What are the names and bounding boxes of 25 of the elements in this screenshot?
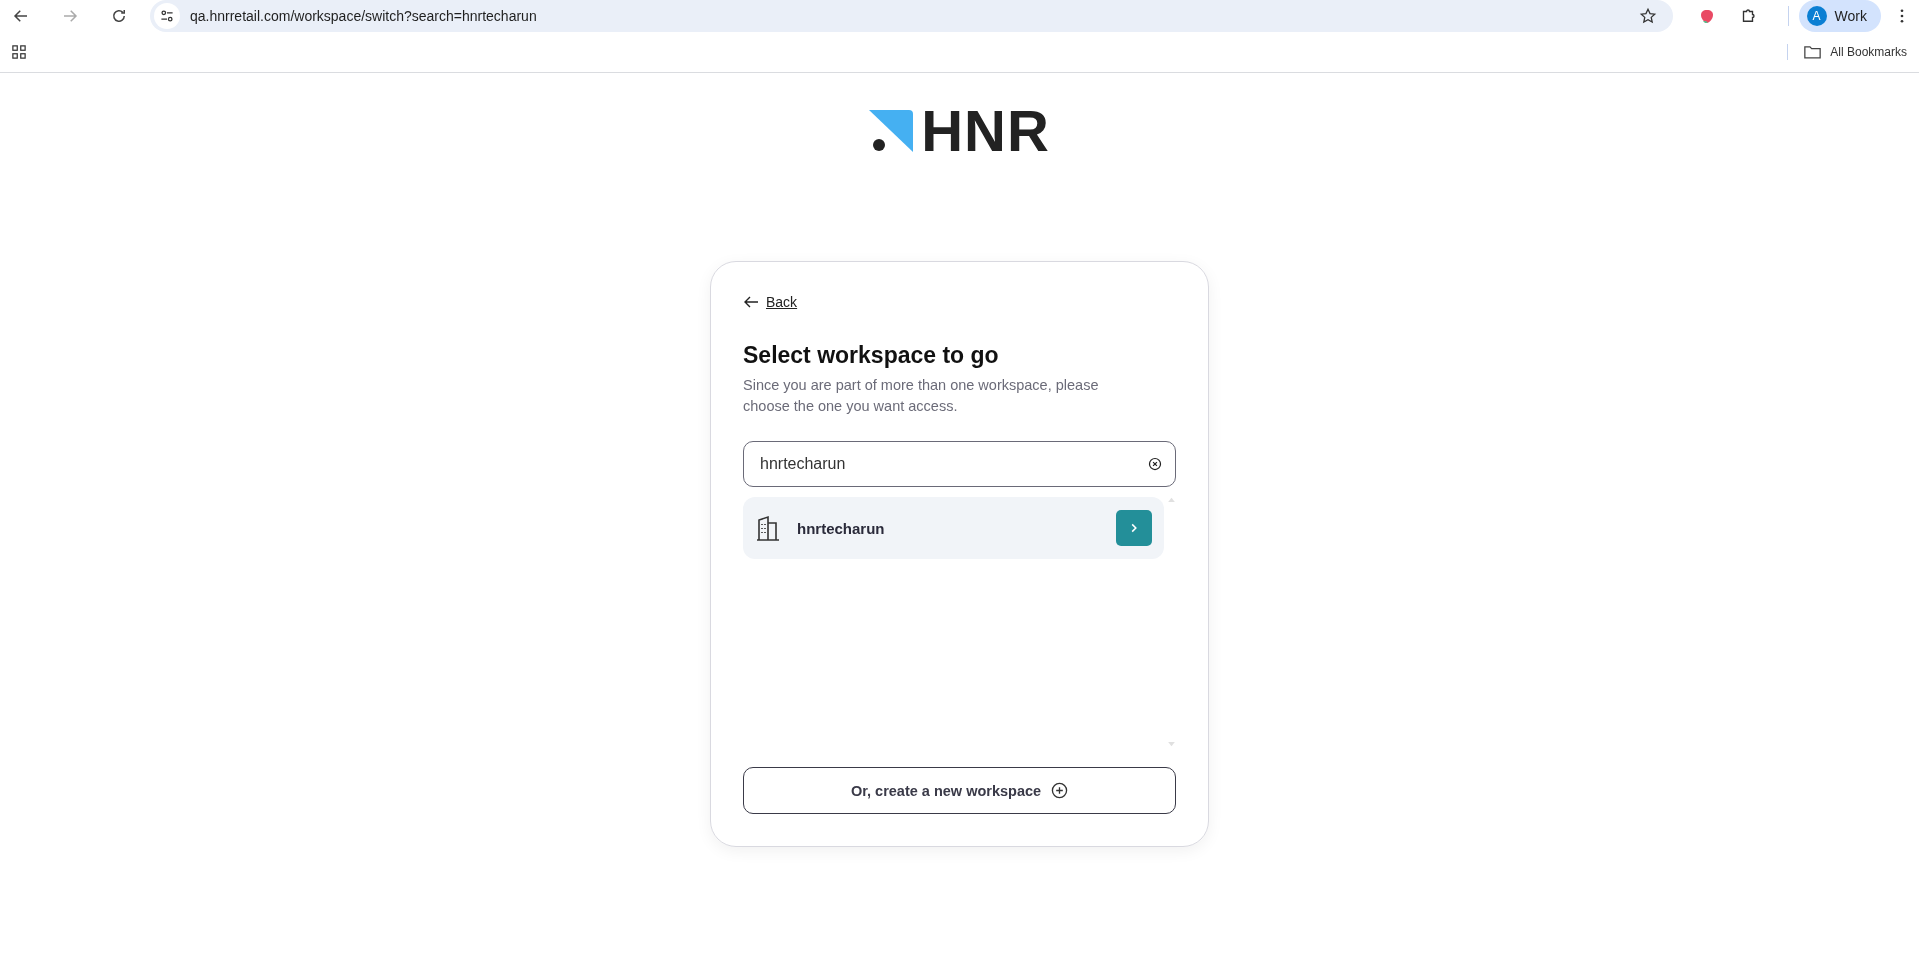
profile-label: Work xyxy=(1834,8,1867,24)
workspace-name: hnrtecharun xyxy=(797,519,886,537)
profile-avatar: A xyxy=(1806,6,1827,26)
left-arrow-icon xyxy=(743,294,759,310)
site-settings-icon[interactable] xyxy=(159,8,175,24)
profile-button[interactable]: A Work xyxy=(1798,0,1881,32)
page-title: Select workspace to go xyxy=(743,342,1000,369)
apps-grid-icon[interactable] xyxy=(12,45,26,59)
address-bar[interactable]: qa.hnrretail.com/workspace/switch?search=hnrtecharun xyxy=(150,0,1673,32)
reload-icon[interactable] xyxy=(110,7,128,25)
folder-icon xyxy=(1804,45,1822,59)
go-button[interactable] xyxy=(1116,510,1152,546)
page-subtitle: Since you are part of more than one workspace, please choose the one you want access. xyxy=(743,376,1100,416)
workspace-item[interactable]: hnrtecharun xyxy=(743,497,1164,559)
building-icon xyxy=(755,515,781,541)
brand-logo: HNR xyxy=(869,103,1050,159)
star-icon[interactable] xyxy=(1638,7,1657,25)
plus-circle-icon xyxy=(1051,782,1069,799)
search-field[interactable]: hnrtecharun xyxy=(743,441,1176,487)
clear-icon[interactable] xyxy=(1148,457,1162,471)
create-workspace-button[interactable]: Or, create a new workspace xyxy=(743,767,1176,814)
back-link[interactable]: Back xyxy=(743,294,798,310)
url-text: qa.hnrretail.com/workspace/switch?search=hnrtecharun xyxy=(190,8,538,24)
bookmarks-folder[interactable]: All Bookmarks xyxy=(1804,45,1907,59)
back-arrow-icon[interactable] xyxy=(12,7,30,25)
